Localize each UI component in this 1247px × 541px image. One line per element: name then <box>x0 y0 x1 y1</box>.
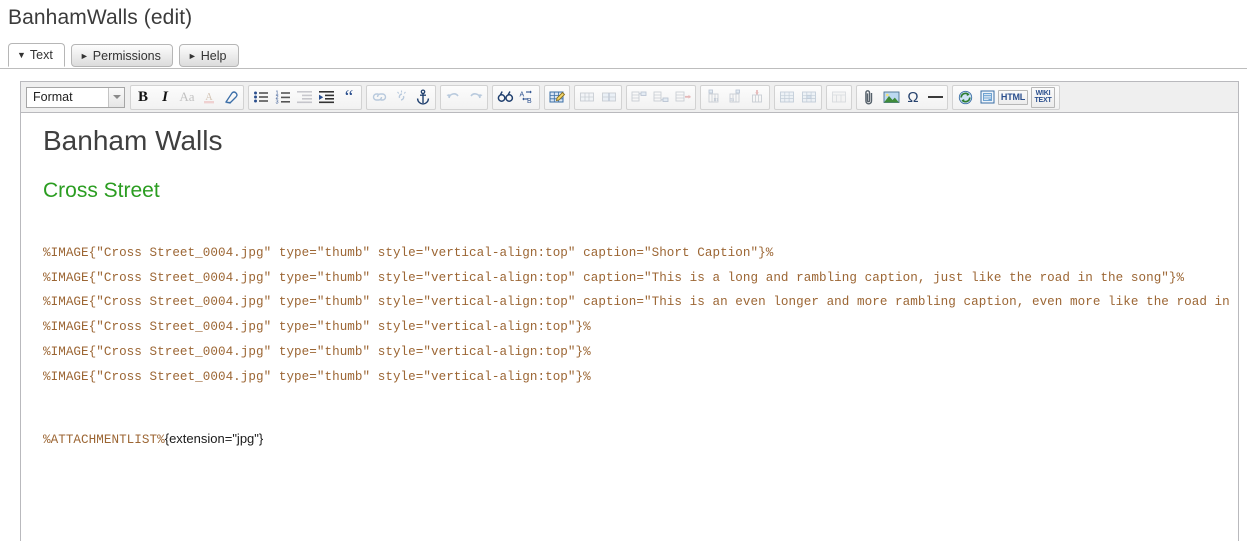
macro-line: %IMAGE{"Cross Street_0004.jpg" type="thu… <box>43 246 774 260</box>
insert-group: Ω <box>856 84 948 110</box>
history-group <box>440 84 488 110</box>
view-group: HTML WIKI TEXT <box>952 84 1060 110</box>
macro-line: %IMAGE{"Cross Street_0004.jpg" type="thu… <box>43 344 591 359</box>
attachmentlist-args: {extension="jpg"} <box>164 431 264 447</box>
remove-format-icon[interactable] <box>220 86 242 108</box>
attachmentlist-macro: %ATTACHMENTLIST% <box>43 433 165 448</box>
insert-row-before-icon[interactable] <box>628 86 650 108</box>
redo-icon[interactable] <box>464 86 486 108</box>
delete-table-icon[interactable] <box>828 86 850 108</box>
edit-table-icon[interactable] <box>546 86 568 108</box>
tab-help-label: Help <box>200 49 227 63</box>
table-row-group <box>626 84 696 110</box>
html-source-button[interactable]: HTML <box>997 86 1029 108</box>
list-indent-group: 123 “ <box>248 84 362 110</box>
replace-icon[interactable]: AB <box>516 86 538 108</box>
image-macro-list: %IMAGE{"Cross Street_0004.jpg" type="thu… <box>43 241 1238 389</box>
insert-column-before-icon[interactable]: m <box>702 86 724 108</box>
insert-column-after-icon[interactable]: m <box>724 86 746 108</box>
insert-image-icon[interactable] <box>880 86 902 108</box>
table-cell-properties-icon[interactable] <box>798 86 820 108</box>
numbered-list-icon[interactable]: 123 <box>272 86 294 108</box>
split-cell-icon[interactable] <box>598 86 620 108</box>
delete-row-icon[interactable] <box>672 86 694 108</box>
table-properties-icon[interactable] <box>776 86 798 108</box>
macro-line: %IMAGE{"Cross Street_0004.jpg" type="thu… <box>43 369 591 384</box>
tab-permissions-label: Permissions <box>92 49 161 63</box>
merge-cells-icon[interactable] <box>576 86 598 108</box>
horizontal-rule-icon[interactable] <box>924 86 946 108</box>
editor-toolbar: Format B I Aa A 123 “ A B m m Ω HTML WIK… <box>21 82 1238 113</box>
svg-text:3: 3 <box>276 100 279 106</box>
macro-line: %IMAGE{"Cross Street_0004.jpg" type="thu… <box>43 270 1185 285</box>
outdent-icon[interactable] <box>294 86 316 108</box>
special-character-icon[interactable]: Ω <box>902 86 924 108</box>
editor-frame: Format B I Aa A 123 “ A B m m Ω HTML WIK… <box>20 81 1239 541</box>
tab-help-marker: ► <box>187 51 197 61</box>
html-source-label: HTML <box>997 89 1029 105</box>
format-select-value: Format <box>27 87 108 107</box>
tab-permissions[interactable]: ► Permissions <box>70 44 173 67</box>
tab-bar: ▼ Text ► Permissions ► Help <box>0 43 1247 69</box>
document-subheading: Cross Street <box>43 179 160 202</box>
tab-help[interactable]: ► Help <box>178 44 239 67</box>
table-column-group: m m <box>700 84 770 110</box>
tab-permissions-marker: ► <box>79 51 89 61</box>
svg-text:m: m <box>729 97 734 103</box>
undo-icon[interactable] <box>442 86 464 108</box>
wiki-text-label: WIKI TEXT <box>1031 86 1055 108</box>
attachment-macro-block: %ATTACHMENTLIST%{extension="jpg"} <box>43 429 1238 450</box>
anchor-icon[interactable] <box>412 86 434 108</box>
italic-icon[interactable]: I <box>154 86 176 108</box>
tab-text-label: Text <box>29 48 53 62</box>
bold-icon[interactable]: B <box>132 86 154 108</box>
editor-content-area[interactable]: Banham Walls Cross Street %IMAGE{"Cross … <box>21 113 1238 541</box>
macro-line: %IMAGE{"Cross Street_0004.jpg" type="thu… <box>43 295 1238 310</box>
insert-row-after-icon[interactable] <box>650 86 672 108</box>
wiki-text-button[interactable]: WIKI TEXT <box>1028 86 1058 108</box>
search-group: AB <box>492 84 540 110</box>
document-heading: Banham Walls <box>43 125 223 156</box>
tab-underline <box>0 68 1247 69</box>
delete-column-icon[interactable] <box>746 86 768 108</box>
bulleted-list-icon[interactable] <box>250 86 272 108</box>
blockquote-icon[interactable]: “ <box>338 86 360 108</box>
text-color-icon[interactable]: A <box>198 86 220 108</box>
find-icon[interactable] <box>494 86 516 108</box>
text-style-group: B I Aa A <box>130 84 244 110</box>
chevron-down-icon[interactable] <box>108 87 124 107</box>
link-icon[interactable] <box>368 86 390 108</box>
link-group <box>366 84 436 110</box>
svg-text:A: A <box>519 92 524 99</box>
svg-text:m: m <box>713 97 718 103</box>
tab-text[interactable]: ▼ Text <box>8 43 65 67</box>
indent-icon[interactable] <box>316 86 338 108</box>
table-create-group <box>544 84 570 110</box>
unlink-icon[interactable] <box>390 86 412 108</box>
table-props-group <box>774 84 822 110</box>
page-preview-icon[interactable] <box>976 86 998 108</box>
tab-text-marker: ▼ <box>17 50 26 60</box>
font-size-icon[interactable]: Aa <box>176 86 198 108</box>
wysiwyg-editor: Format B I Aa A 123 “ A B m m Ω HTML WIK… <box>20 81 1239 541</box>
macro-line: %IMAGE{"Cross Street_0004.jpg" type="thu… <box>43 320 591 335</box>
attachment-icon[interactable] <box>858 86 880 108</box>
refresh-icon[interactable] <box>954 86 976 108</box>
format-select[interactable]: Format <box>26 86 125 108</box>
table-delete-group <box>826 84 852 110</box>
page-title: BanhamWalls (edit) <box>8 6 193 29</box>
table-cell-group <box>574 84 622 110</box>
